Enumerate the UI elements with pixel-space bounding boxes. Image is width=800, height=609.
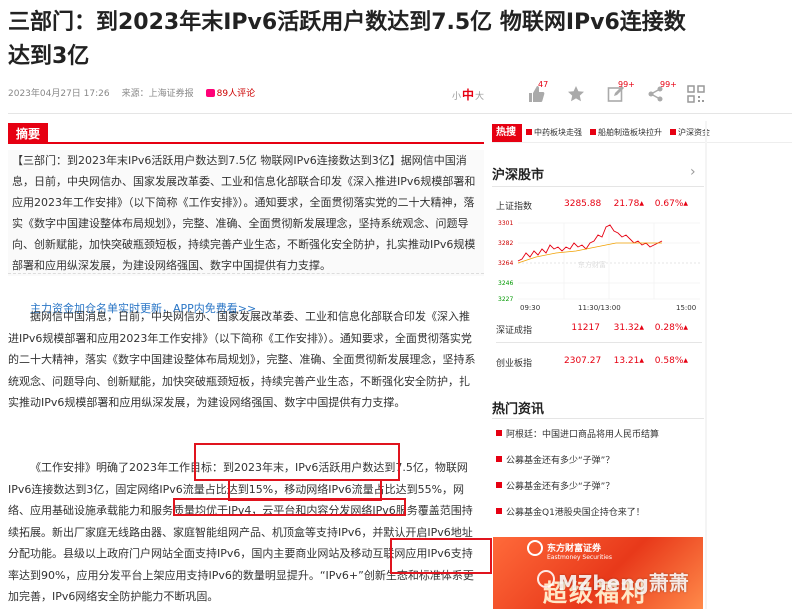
bullet-icon — [496, 430, 502, 436]
article-meta: 2023年04月27日 17:26 来源：上海证券报 89人评论 — [8, 86, 478, 99]
ad-brand: 东方财富证券 Eastmoney Securities — [547, 544, 612, 561]
abstract-divider — [8, 273, 484, 274]
star-icon — [568, 86, 584, 102]
article-paragraph-1: 据网信中国消息，日前，中央网信办、国家发展改革委、工业和信息化部联合印发《深入推… — [8, 310, 476, 409]
abstract-label: 摘要 — [8, 123, 49, 142]
index-value: 2307.27 — [564, 356, 602, 366]
index-change: 21.78▲ — [613, 199, 644, 209]
news-item[interactable]: 公募基金还有多少“子弹”？ — [492, 474, 704, 500]
hot-icon — [670, 129, 676, 135]
bullet-icon — [496, 482, 502, 488]
index-row-sh[interactable]: 上证指数 3285.88 21.78▲ 0.67%▲ — [496, 199, 702, 212]
x-tick: 09:30 — [520, 304, 540, 312]
y-tick: 3301 — [498, 220, 513, 227]
article-actions: 47 99+ 99+ — [516, 80, 716, 108]
watermark-icon — [537, 570, 555, 588]
y-tick: 3264 — [498, 260, 513, 267]
font-large[interactable]: 大 — [475, 89, 484, 102]
index-pct: 0.58%▲ — [654, 356, 688, 366]
header-divider — [8, 113, 792, 114]
comment-button[interactable]: 99+ — [596, 80, 636, 108]
hot-icon — [526, 129, 532, 135]
highlight-box-active-users — [194, 443, 400, 481]
y-tick: 3282 — [498, 240, 513, 247]
publish-date: 2023年04月27日 17:26 — [8, 89, 110, 99]
x-tick: 15:00 — [676, 304, 696, 312]
article-title: 三部门：到2023年末IPv6活跃用户数达到7.5亿 物联网IPv6连接数达到3… — [8, 10, 686, 69]
index-value: 11217 — [571, 323, 600, 333]
qrcode-button[interactable] — [676, 80, 716, 108]
index-pct: 0.28%▲ — [654, 323, 688, 333]
bullet-icon — [496, 508, 502, 514]
highlight-box-app-platform — [390, 538, 492, 574]
article-source[interactable]: 来源：上海证券报 — [122, 86, 194, 99]
news-item[interactable]: 公募基金Q1港股央国企持仓来了！ — [492, 500, 704, 526]
market-section-title[interactable]: 沪深股市 — [492, 164, 544, 183]
index-name: 创业板指 — [496, 359, 533, 369]
index-row-cyb[interactable]: 创业板指 2307.27 13.21▲ 0.58%▲ — [496, 356, 702, 369]
index-value: 3285.88 — [564, 199, 602, 209]
hot-search-label: 热搜 — [492, 123, 522, 142]
comment-count-text: 89人评论 — [216, 89, 256, 99]
abstract-text: 【三部门：到2023年末IPv6活跃用户数达到7.5亿 物联网IPv6连接数达到… — [8, 150, 484, 276]
y-tick: 3227 — [498, 296, 513, 303]
eastmoney-logo-icon — [527, 540, 543, 556]
hot-news-divider — [492, 418, 704, 419]
index-row-sz[interactable]: 深证成指 11217 31.32▲ 0.28%▲ — [496, 323, 702, 336]
abstract-header: 摘要 — [8, 123, 484, 144]
news-item[interactable]: 公募基金还有多少“子弹”？ — [492, 448, 704, 474]
index-name: 上证指数 — [496, 202, 533, 212]
favorite-button[interactable] — [556, 80, 596, 108]
hot-search-item[interactable]: 船舶制造板块拉升 — [586, 127, 666, 138]
hot-icon — [590, 129, 596, 135]
share-button[interactable]: 99+ — [636, 80, 677, 108]
font-small[interactable]: 小 — [452, 89, 461, 102]
like-button[interactable]: 47 — [516, 80, 556, 108]
market-divider — [492, 186, 704, 187]
index-pct: 0.67%▲ — [654, 199, 688, 209]
hot-news-list: 阿根廷：中国进口商品将用人民币结算 公募基金还有多少“子弹”？ 公募基金还有多少… — [492, 422, 704, 526]
chevron-right-icon[interactable]: › — [690, 164, 696, 180]
comment-icon — [205, 89, 215, 97]
index-change: 31.32▲ — [613, 323, 644, 333]
like-count: 47 — [538, 80, 549, 89]
highlight-box-cloud-platform — [173, 498, 406, 516]
column-separator — [705, 121, 707, 609]
font-size-switcher: 小 中 大 — [452, 86, 484, 103]
comment-count: 99+ — [618, 80, 635, 89]
hot-search-bar: 热搜 中药板块走强 船舶制造板块拉升 沪深资金 — [492, 123, 792, 143]
share-count: 99+ — [660, 80, 677, 89]
x-tick: 11:30/13:00 — [578, 304, 621, 312]
bullet-icon — [496, 456, 502, 462]
intraday-chart[interactable]: 3301 3282 3264 3246 3227 东方财富 09:30 11:3… — [496, 213, 700, 313]
row-divider — [496, 342, 702, 343]
chart-watermark: 东方财富 — [578, 260, 606, 269]
qrcode-icon — [687, 85, 705, 103]
comment-link[interactable]: 89人评论 — [205, 86, 256, 99]
index-name: 深证成指 — [496, 326, 533, 336]
hot-search-item[interactable]: 中药板块走强 — [522, 127, 586, 138]
index-change: 13.21▲ — [613, 356, 644, 366]
font-medium[interactable]: 中 — [462, 86, 474, 103]
watermark-text: MZheng萧萧 — [558, 571, 689, 595]
news-item[interactable]: 阿根廷：中国进口商品将用人民币结算 — [492, 422, 704, 448]
y-tick: 3246 — [498, 280, 513, 287]
hot-news-title: 热门资讯 — [492, 402, 545, 417]
